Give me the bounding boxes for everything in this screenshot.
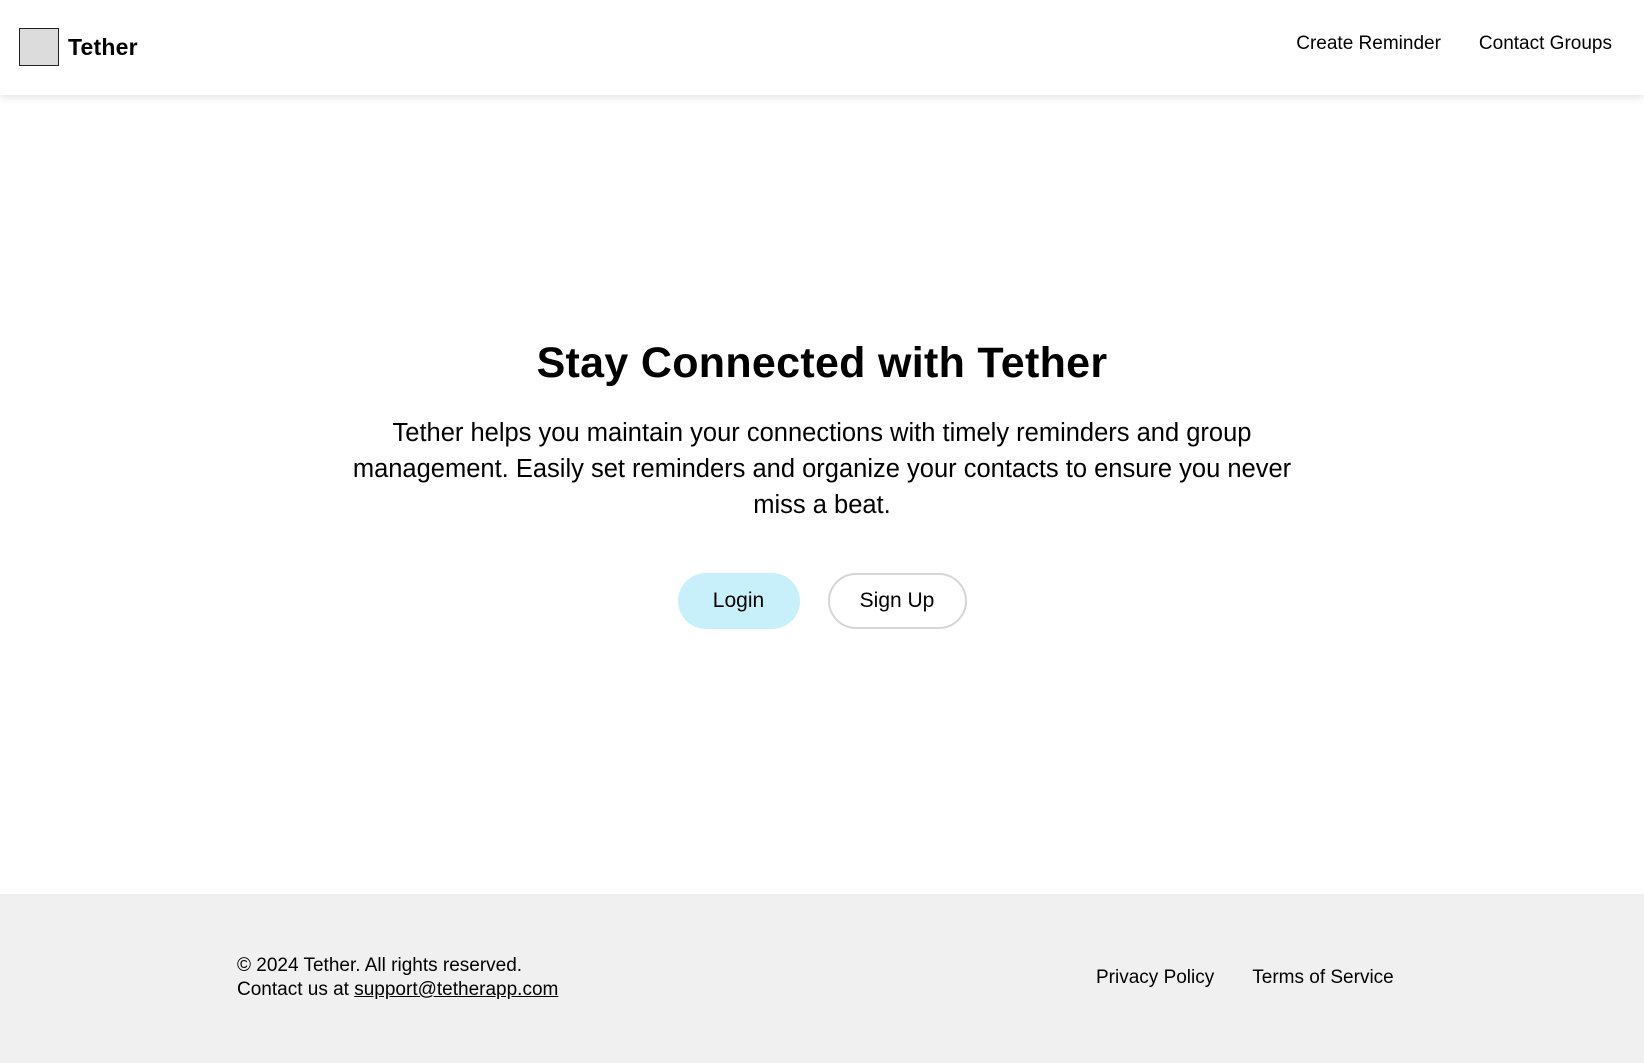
copyright-text: © 2024 Tether. All rights reserved.: [237, 955, 523, 976]
hero-description: Tether helps you maintain your connectio…: [352, 419, 1292, 519]
main-nav: Create Reminder Contact Groups: [1296, 32, 1612, 56]
logo-placeholder-icon[interactable]: [19, 28, 59, 66]
site-footer: © 2024 Tether. All rights reserved. Cont…: [0, 894, 1644, 1063]
nav-link-contact-groups[interactable]: Contact Groups: [1479, 32, 1612, 56]
footer-info: © 2024 Tether. All rights reserved. Cont…: [237, 954, 558, 1002]
contact-prefix: Contact us at: [237, 979, 355, 1000]
footer-links: Privacy Policy Terms of Service: [1096, 966, 1394, 990]
nav-link-create-reminder[interactable]: Create Reminder: [1296, 32, 1441, 56]
sign-up-button[interactable]: Sign Up: [827, 573, 967, 629]
hero-section: Stay Connected with Tether Tether helps …: [0, 95, 1644, 894]
terms-of-service-link[interactable]: Terms of Service: [1252, 966, 1393, 990]
support-email-link[interactable]: support@tetherapp.com: [354, 979, 558, 1000]
login-button[interactable]: Login: [677, 573, 800, 629]
cta-buttons: Login Sign Up: [0, 573, 1644, 629]
contact-line: Contact us at support@tetherapp.com: [237, 978, 558, 1002]
site-header: Tether Create Reminder Contact Groups: [0, 0, 1644, 95]
brand-name[interactable]: Tether: [68, 33, 138, 61]
hero-title: Stay Connected with Tether: [536, 339, 1108, 387]
privacy-policy-link[interactable]: Privacy Policy: [1096, 966, 1214, 990]
